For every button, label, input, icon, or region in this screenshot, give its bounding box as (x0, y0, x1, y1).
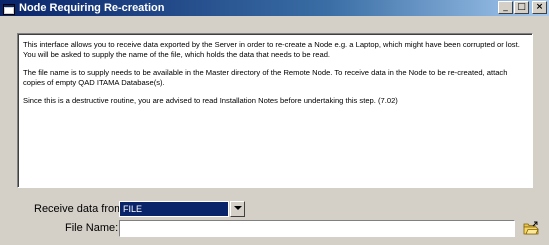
file-name-input[interactable] (119, 220, 515, 237)
window-title: Node Requiring Re-creation (19, 2, 165, 14)
chevron-down-icon (234, 206, 242, 210)
open-folder-icon (523, 221, 539, 235)
browse-button[interactable] (523, 221, 539, 236)
file-name-label: File Name: (65, 222, 119, 234)
minimize-button[interactable]: _ (498, 1, 513, 14)
description-paragraph: Since this is a destructive routine, you… (23, 96, 398, 106)
description-paragraph: This interface allows you to receive dat… (23, 40, 520, 59)
maximize-button[interactable]: □ (514, 1, 529, 14)
description-text-area[interactable]: This interface allows you to receive dat… (17, 33, 533, 188)
receive-data-label: Receive data from: (34, 203, 127, 215)
app-icon (3, 2, 15, 15)
receive-data-select[interactable]: FILE (119, 201, 294, 217)
receive-data-value[interactable]: FILE (119, 201, 229, 217)
title-bar[interactable]: Node Requiring Re-creation _ □ × (0, 0, 549, 16)
dropdown-button[interactable] (230, 201, 245, 217)
close-button[interactable]: × (532, 1, 547, 14)
dialog-window: Node Requiring Re-creation _ □ × This in… (0, 0, 549, 245)
description-paragraph: The file name is to supply needs to be a… (23, 68, 508, 87)
